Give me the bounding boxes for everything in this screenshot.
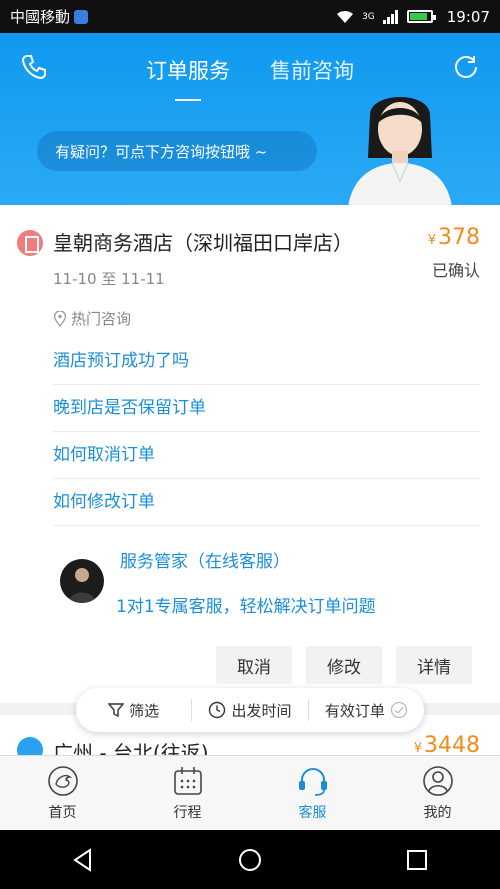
modify-button[interactable]: 修改 [306, 646, 382, 684]
carrier-name: 中國移動 [10, 8, 71, 26]
faq-list: 酒店预订成功了吗 晚到店是否保留订单 如何取消订单 如何修改订单 [53, 338, 480, 526]
filter-button[interactable]: 筛选 [76, 700, 191, 721]
funnel-icon [108, 703, 125, 718]
service-agent-avatar [348, 97, 452, 205]
profile-icon [422, 766, 453, 796]
currency-symbol: ¥ [427, 233, 436, 248]
back-icon[interactable] [70, 847, 96, 873]
location-pin-icon [53, 310, 67, 327]
flight-price: ¥3448 [414, 733, 480, 755]
faq-item-booking-success[interactable]: 酒店预订成功了吗 [53, 338, 480, 385]
clock: 19:07 [446, 7, 490, 26]
system-nav-bar [0, 830, 500, 889]
bottom-nav: 首页 行程 客服 我的 [0, 755, 500, 830]
recents-icon[interactable] [404, 847, 430, 873]
order-price: ¥378 [428, 225, 480, 250]
status-icons: 3G 19:07 [336, 8, 490, 26]
status-bar: 中國移動 3G 19:07 [0, 0, 500, 33]
order-actions: 取消 修改 详情 [216, 646, 472, 684]
nav-customer-service[interactable]: 客服 [250, 756, 375, 830]
header: 订单服务 售前咨询 有疑问？可点下方咨询按钮哦 ~ [0, 33, 500, 205]
wifi-icon [337, 10, 354, 23]
faq-item-cancel-order[interactable]: 如何取消订单 [53, 432, 480, 479]
butler-avatar [60, 559, 104, 603]
faq-item-late-arrival[interactable]: 晚到店是否保留订单 [53, 385, 480, 432]
butler-service[interactable]: 服务管家（在线客服） 1对1专属客服，轻松解决订单问题 [60, 547, 480, 617]
currency-symbol: ¥ [413, 741, 422, 755]
home-circle-icon[interactable] [237, 847, 263, 873]
valid-orders-label: 有效订单 [324, 701, 385, 720]
valid-orders-toggle[interactable]: 有效订单 [309, 700, 424, 721]
app-screen: 中國移動 3G 19:07 订单服务 售前咨询 有疑问？可点下方咨询按钮哦 ~ … [0, 0, 500, 889]
flight-icon [17, 737, 43, 755]
filter-label: 筛选 [129, 701, 160, 720]
cancel-button[interactable]: 取消 [216, 646, 292, 684]
stay-dates: 11-10 至 11-11 [53, 270, 165, 288]
signal-icon [382, 9, 398, 24]
nav-itinerary[interactable]: 行程 [125, 756, 250, 830]
nav-home[interactable]: 首页 [0, 756, 125, 830]
nav-home-label: 首页 [48, 805, 77, 821]
tab-order-service[interactable]: 订单服务 [146, 55, 230, 101]
flight-route: 广州 - 台北(往返) [53, 741, 209, 755]
battery-icon [406, 10, 436, 23]
nav-itinerary-label: 行程 [173, 805, 202, 821]
headset-icon [298, 768, 327, 796]
hotel-name: 皇朝商务酒店（深圳福田口岸店） [53, 231, 353, 255]
calendar-icon [173, 767, 202, 795]
refresh-icon[interactable] [452, 53, 480, 81]
hotel-icon [17, 230, 43, 256]
network-type: 3G [362, 11, 375, 22]
person-silhouette-icon [68, 568, 96, 603]
faq-item-modify-order[interactable]: 如何修改订单 [53, 479, 480, 526]
hd-icon [74, 9, 89, 24]
hot-questions-label: 热门咨询 [71, 310, 132, 328]
home-icon [47, 766, 78, 796]
order-card[interactable]: 皇朝商务酒店（深圳福田口岸店） ¥378 已确认 11-10 至 11-11 热… [0, 205, 500, 703]
order-status: 已确认 [431, 261, 480, 280]
clock-icon [209, 701, 226, 719]
filter-bar: 筛选 出发时间 有效订单 [76, 688, 424, 732]
butler-description: 1对1专属客服，轻松解决订单问题 [116, 597, 376, 617]
hot-questions-header: 热门咨询 [53, 308, 131, 329]
carrier: 中國移動 [10, 6, 89, 27]
nav-profile[interactable]: 我的 [375, 756, 500, 830]
nav-customer-service-label: 客服 [298, 805, 327, 821]
departure-time-sort[interactable]: 出发时间 [192, 700, 307, 721]
price-value: 378 [438, 225, 480, 250]
details-button[interactable]: 详情 [396, 646, 472, 684]
price-value: 3448 [424, 733, 480, 755]
help-prompt: 有疑问？可点下方咨询按钮哦 ~ [37, 131, 317, 171]
butler-title: 服务管家（在线客服） [120, 552, 290, 572]
check-circle-icon [390, 701, 407, 719]
departure-time-label: 出发时间 [231, 701, 292, 720]
nav-profile-label: 我的 [423, 805, 452, 821]
